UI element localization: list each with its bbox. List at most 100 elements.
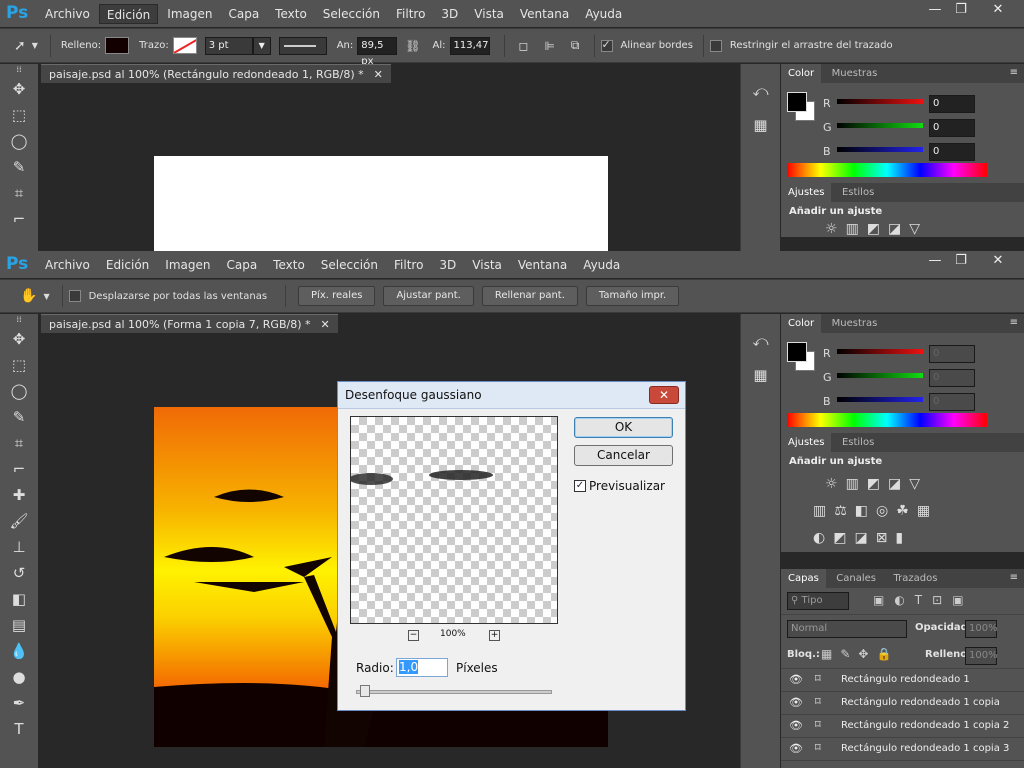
levels-icon[interactable]: ▥ [846,221,867,237]
restore-button[interactable]: ❐ [944,0,978,22]
menu-imagen[interactable]: Imagen [158,255,217,275]
menu-filtro[interactable]: Filtro [387,255,430,275]
menu-archivo[interactable]: Archivo [38,4,97,24]
mixer-icon[interactable]: ☘ [896,503,917,519]
panel-menu-icon[interactable]: ≡ [1010,572,1018,583]
gradient-icon[interactable]: ▽ [909,476,928,492]
close-icon[interactable]: ✕ [321,318,330,331]
levels-icon[interactable]: ▥ [846,476,867,492]
menu-ayuda[interactable]: Ayuda [576,255,627,275]
photo-filter-icon[interactable]: ◎ [876,503,896,519]
menu-ayuda[interactable]: Ayuda [578,4,629,24]
eye-icon[interactable]: 👁 [789,719,803,732]
chevron-down-icon[interactable]: ▼ [43,292,49,301]
eye-icon[interactable]: 👁 [789,696,803,709]
hand-tool-icon[interactable]: ✋ [20,288,37,304]
radius-slider[interactable] [356,690,552,694]
layer-row[interactable]: 👁 ⌑ Rectángulo redondeado 1 copia 3 [781,738,1024,761]
stroke-swatch[interactable] [172,37,197,54]
exposure-icon[interactable]: ◪ [888,221,909,237]
cancel-button[interactable]: Cancelar [574,445,673,466]
restore-button[interactable]: ❐ [944,251,978,273]
align-edges-checkbox[interactable] [600,38,613,52]
eyedropper-tool-icon[interactable]: ⌐ [0,206,38,232]
fill-swatch[interactable] [105,37,130,54]
menu-ventana[interactable]: Ventana [511,255,574,275]
menu-3d[interactable]: 3D [432,255,463,275]
menu-imagen[interactable]: Imagen [160,4,219,24]
close-button[interactable]: ✕ [978,0,1018,22]
menu-seleccion[interactable]: Selección [314,255,385,275]
history-icon[interactable]: ⤺ [741,74,780,108]
dodge-tool-icon[interactable]: ● [0,664,38,690]
lock-icons[interactable]: ▦✎✥🔒 [821,647,899,661]
menu-ventana[interactable]: Ventana [513,4,576,24]
threshold-icon[interactable]: ◪ [854,530,875,546]
tab-color[interactable]: Color [781,314,822,333]
width-field[interactable]: 89,5 px [357,36,398,67]
marquee-tool-icon[interactable]: ⬚ [0,102,38,128]
curves-icon[interactable]: ◩ [867,221,888,237]
gradient-tool-icon[interactable]: ▤ [0,612,38,638]
close-button[interactable]: ✕ [978,251,1018,273]
exposure-icon[interactable]: ◪ [888,476,909,492]
menu-seleccion[interactable]: Selección [316,4,387,24]
tab-estilos[interactable]: Estilos [835,183,881,202]
tab-capas[interactable]: Capas [781,569,826,588]
red-field[interactable]: 0 [929,95,975,113]
tab-muestras[interactable]: Muestras [825,64,885,83]
menu-texto[interactable]: Texto [266,255,312,275]
menu-vista[interactable]: Vista [465,255,509,275]
menu-vista[interactable]: Vista [467,4,511,24]
layer-row[interactable]: 👁 ⌑ Rectángulo redondeado 1 [781,669,1024,692]
gradient-map-icon[interactable]: ▮ [895,530,911,546]
color-spectrum[interactable] [787,163,987,177]
opacity-field[interactable]: 100% [965,620,998,638]
quick-selection-icon[interactable]: ✎ [0,154,38,180]
link-icon[interactable]: ⛓ [405,39,420,53]
quick-selection-icon[interactable]: ✎ [0,404,38,430]
foreground-color-swatch[interactable] [787,342,807,362]
arrow-tool-icon[interactable]: ➚ [14,38,26,54]
layer-kind-filter[interactable]: ⚲ Tipo [787,592,849,610]
menu-archivo[interactable]: Archivo [38,255,97,275]
menu-3d[interactable]: 3D [434,4,465,24]
close-icon[interactable]: ✕ [374,68,383,81]
type-tool-icon[interactable]: T [0,716,38,742]
green-field[interactable]: 0 [929,119,975,137]
curves-icon[interactable]: ◩ [867,476,888,492]
color-spectrum[interactable] [787,413,987,427]
blue-field[interactable]: 0 [929,143,975,161]
tab-muestras[interactable]: Muestras [825,314,885,333]
dialog-title-bar[interactable]: Desenfoque gaussiano ✕ [338,382,685,409]
brush-tool-icon[interactable]: 🖌 [0,508,38,534]
selective-color-icon[interactable]: ⊠ [876,530,896,546]
history-icon[interactable]: ⤺ [741,324,780,358]
tab-canales[interactable]: Canales [829,569,883,588]
brightness-icon[interactable]: ☼ [825,221,846,237]
chevron-down-icon[interactable]: ▼ [32,41,38,50]
close-icon[interactable]: ✕ [649,386,679,404]
gradient-icon[interactable]: ▽ [909,221,928,237]
panel-menu-icon[interactable]: ≡ [1010,317,1018,328]
path-arrangement-icon[interactable]: ⧉ [571,38,580,53]
move-tool-icon[interactable]: ✥ [0,326,38,352]
actual-pixels-button[interactable]: Píx. reales [298,286,376,306]
foreground-color-swatch[interactable] [787,92,807,112]
tab-ajustes[interactable]: Ajustes [781,183,832,202]
posterize-icon[interactable]: ◩ [833,530,854,546]
blue-field[interactable]: 0 [929,393,975,411]
path-operations-icon[interactable]: ◻ [519,39,529,53]
red-field[interactable]: 0 [929,345,975,363]
menu-filtro[interactable]: Filtro [389,4,432,24]
zoom-in-button[interactable]: + [489,630,500,641]
clone-stamp-icon[interactable]: ⊥ [0,534,38,560]
eye-icon[interactable]: 👁 [789,742,803,755]
height-field[interactable]: 113,47 p [449,36,490,55]
fit-screen-button[interactable]: Ajustar pant. [383,286,474,306]
tab-estilos[interactable]: Estilos [835,433,881,452]
preview-pane[interactable] [350,416,558,624]
document-tab[interactable]: paisaje.psd al 100% (Forma 1 copia 7, RG… [41,314,338,333]
healing-brush-icon[interactable]: ✚ [0,482,38,508]
tab-ajustes[interactable]: Ajustes [781,433,832,452]
